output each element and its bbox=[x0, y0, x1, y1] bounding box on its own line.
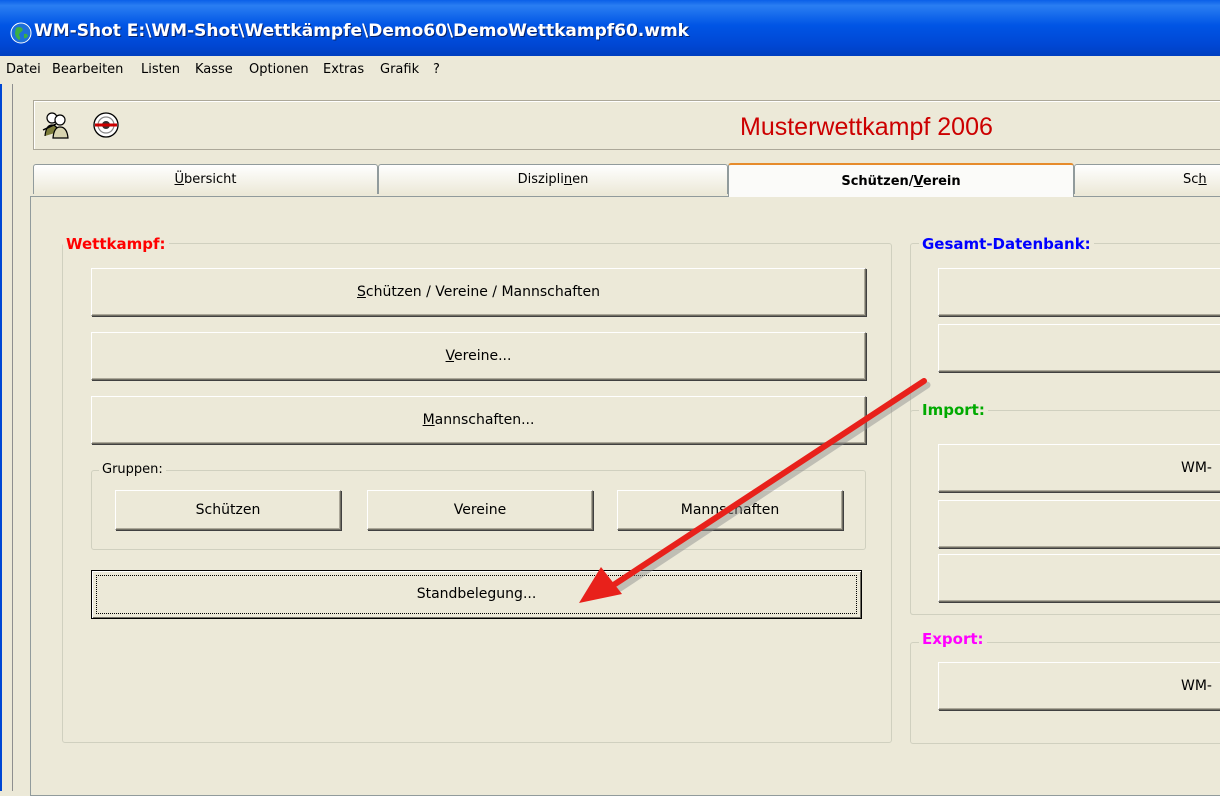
export-wm-button[interactable]: WM- bbox=[938, 662, 1220, 710]
tab-disziplinen[interactable]: Disziplinen bbox=[378, 164, 728, 194]
import-button-3[interactable] bbox=[938, 554, 1220, 602]
gruppen-mannschaften-button[interactable]: Mannschaften bbox=[617, 490, 843, 530]
menu-optionen[interactable]: Optionen bbox=[249, 62, 309, 77]
gesamt-datenbank-label: Gesamt-Datenbank: bbox=[919, 235, 1094, 253]
export-label: Export: bbox=[919, 630, 987, 648]
header-panel bbox=[33, 100, 1220, 150]
tab-schiessen[interactable]: Sch bbox=[1074, 164, 1220, 194]
shooter-icon[interactable] bbox=[42, 110, 70, 140]
app-globe-icon[interactable] bbox=[10, 22, 32, 44]
schuetzen-vereine-mannschaften-button[interactable]: Schützen / Vereine / Mannschaften bbox=[91, 268, 866, 316]
menu-grafik[interactable]: Grafik bbox=[380, 62, 419, 77]
gruppen-schuetzen-button[interactable]: Schützen bbox=[115, 490, 341, 530]
tab-uebersicht[interactable]: Übersicht bbox=[33, 164, 378, 194]
wettkampf-label: Wettkampf: bbox=[63, 235, 169, 253]
tab-label: Schützen/Verein bbox=[841, 174, 961, 189]
menu-datei[interactable]: Datei bbox=[6, 62, 41, 77]
import-label: Import: bbox=[919, 401, 988, 419]
gruppen-label: Gruppen: bbox=[99, 462, 166, 477]
tab-schuetzen-verein[interactable]: Schützen/Verein bbox=[728, 163, 1074, 197]
menu-extras[interactable]: Extras bbox=[323, 62, 364, 77]
tab-label: Sch bbox=[1183, 172, 1207, 187]
menu-listen[interactable]: Listen bbox=[141, 62, 180, 77]
window-frame-left bbox=[0, 84, 12, 791]
tab-label: Disziplinen bbox=[517, 172, 589, 187]
target-icon[interactable] bbox=[92, 111, 120, 139]
window-title: WM-Shot E:\WM-Shot\Wettkämpfe\Demo60\Dem… bbox=[34, 21, 689, 41]
menu-bar: Datei Bearbeiten Listen Kasse Optionen E… bbox=[0, 56, 1220, 84]
gesamt-button-2[interactable] bbox=[938, 324, 1220, 372]
menu-kasse[interactable]: Kasse bbox=[195, 62, 233, 77]
import-button-2[interactable] bbox=[938, 500, 1220, 548]
gesamt-button-1[interactable] bbox=[938, 268, 1220, 316]
import-wm-button[interactable]: WM- bbox=[938, 444, 1220, 492]
mannschaften-button[interactable]: Mannschaften... bbox=[91, 396, 866, 444]
menu-bearbeiten[interactable]: Bearbeiten bbox=[52, 62, 123, 77]
menu-help[interactable]: ? bbox=[433, 62, 440, 77]
window-frame-divider bbox=[12, 84, 13, 791]
gruppen-vereine-button[interactable]: Vereine bbox=[367, 490, 593, 530]
tab-label: Übersicht bbox=[174, 172, 237, 187]
standbelegung-button[interactable]: Standbelegung... bbox=[91, 570, 862, 619]
vereine-button[interactable]: Vereine... bbox=[91, 332, 866, 380]
contest-title: Musterwettkampf 2006 bbox=[740, 113, 993, 141]
